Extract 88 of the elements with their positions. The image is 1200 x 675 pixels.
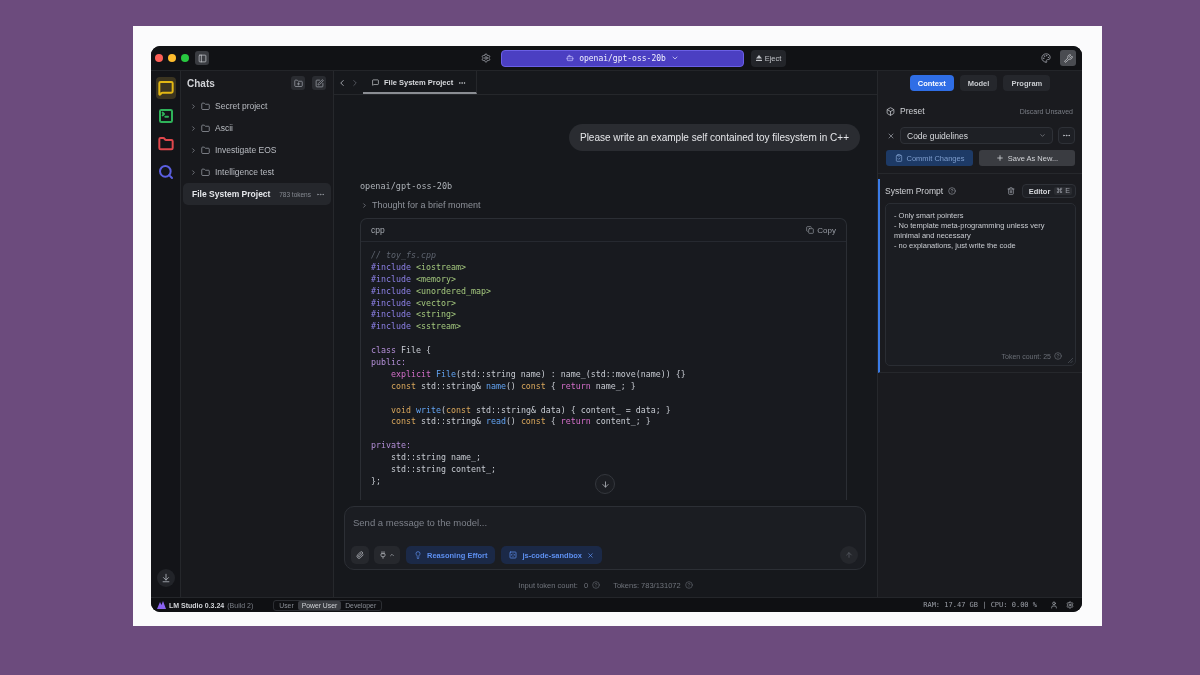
close-window-button[interactable] — [155, 54, 163, 62]
wrench-icon — [1063, 53, 1073, 63]
code-line: #include <unordered_map> — [371, 285, 491, 298]
model-name: openai/gpt-oss-20b — [360, 181, 453, 191]
folder-icon — [201, 101, 210, 111]
arrow-up-icon — [845, 551, 853, 559]
more-icon — [1062, 131, 1071, 140]
folder-item[interactable]: Investigate EOS — [215, 145, 277, 155]
folder-item[interactable]: Ascii — [215, 123, 233, 133]
help-icon — [1054, 352, 1062, 360]
resize-handle-icon[interactable] — [1068, 358, 1073, 363]
delete-button[interactable] — [1006, 187, 1015, 195]
maximize-window-button[interactable] — [181, 54, 189, 62]
settings-button[interactable] — [480, 52, 492, 64]
code-line: // toy_fs.cpp — [371, 250, 436, 262]
code-line: const std::string& read() const { return content_; } — [389, 416, 651, 429]
code-line: class File { — [371, 345, 431, 357]
cube-icon — [886, 106, 895, 116]
settings-button[interactable] — [1066, 601, 1074, 609]
help-icon — [592, 581, 601, 589]
theme-button[interactable] — [1040, 52, 1052, 64]
folder-icon — [201, 167, 210, 177]
code-line: explicit File(std::string name) : name_(std::move(name)) {} — [389, 368, 686, 381]
preset-select[interactable]: Code guidelines — [900, 127, 1053, 144]
settings-icon — [1066, 601, 1074, 609]
logo-icon — [157, 601, 166, 609]
eject-icon — [755, 55, 762, 61]
copy-icon — [806, 226, 815, 234]
code-line: void write(const std::string& data) { content_ = data; } — [389, 404, 671, 417]
attach-button[interactable] — [351, 546, 369, 564]
chevron-icon — [1039, 132, 1046, 139]
chevron-icon — [670, 54, 679, 62]
folder-item[interactable]: Intelligence test — [215, 167, 275, 177]
clear-preset-button[interactable] — [887, 131, 895, 140]
code-line: #include <sstream> — [371, 321, 461, 334]
code-language: cpp — [371, 225, 385, 235]
sidebar-icon — [197, 53, 207, 63]
code-line: private: — [371, 440, 411, 453]
settings-icon — [481, 53, 491, 63]
robot-icon — [566, 54, 575, 62]
download-icon — [160, 573, 171, 583]
user-message: Please write an example self contained toy filesystem in C++ — [568, 124, 860, 151]
code-icon — [509, 551, 518, 559]
new-chat-button[interactable] — [312, 76, 326, 90]
code-line: const std::string& name() const { return name_; } — [389, 380, 636, 393]
pen-square-icon — [314, 78, 324, 88]
user-icon — [1050, 601, 1058, 609]
help-icon — [684, 581, 693, 589]
preset-label: Preset — [900, 106, 925, 116]
lightbulb-icon — [414, 551, 422, 559]
code-line: #include <iostream> — [371, 261, 466, 274]
plus-icon — [995, 154, 1004, 162]
folder-icon — [201, 123, 210, 133]
model-selector[interactable]: openai/gpt-oss-20b — [501, 49, 744, 67]
system-prompt-title: System Prompt — [885, 186, 944, 196]
new-folder-button[interactable] — [291, 76, 305, 90]
developer-tools-button[interactable] — [1060, 50, 1076, 66]
plug-icon — [379, 551, 387, 559]
code-line: std::string content_; — [389, 464, 496, 476]
minimize-window-button[interactable] — [168, 54, 176, 62]
code-line: #include <memory> — [371, 273, 456, 286]
help-icon — [948, 187, 957, 195]
code-line: std::string name_; — [389, 452, 481, 465]
copy-button[interactable]: Copy — [806, 225, 836, 235]
sidebar-title: Chats — [187, 77, 215, 89]
folder-plus-icon — [293, 78, 303, 88]
palette-icon — [1041, 53, 1051, 63]
caret-icon — [389, 552, 395, 558]
chat-title: File System Project — [192, 189, 271, 199]
close-icon[interactable] — [587, 551, 594, 559]
code-line: public: — [371, 357, 406, 369]
code-line: }; — [371, 475, 381, 488]
message-input[interactable]: Send a message to the model... — [351, 514, 858, 530]
code-line: #include <vector> — [371, 297, 456, 310]
folder-icon — [201, 145, 210, 155]
chat-icon — [372, 79, 379, 86]
account-button[interactable] — [1050, 601, 1058, 609]
close-icon — [887, 131, 895, 140]
integrations-button[interactable] — [374, 546, 400, 564]
arrow-down-icon — [600, 479, 610, 489]
code-line: #include <string> — [371, 309, 456, 322]
clipboard-icon — [894, 154, 903, 162]
trash-icon — [1006, 187, 1015, 195]
download-button[interactable] — [156, 569, 175, 587]
paperclip-icon — [356, 551, 364, 559]
sidebar-toggle-button[interactable] — [195, 51, 209, 65]
thinking-toggle[interactable]: Thought for a brief moment — [372, 200, 481, 210]
folder-item[interactable]: Secret project — [215, 101, 268, 111]
